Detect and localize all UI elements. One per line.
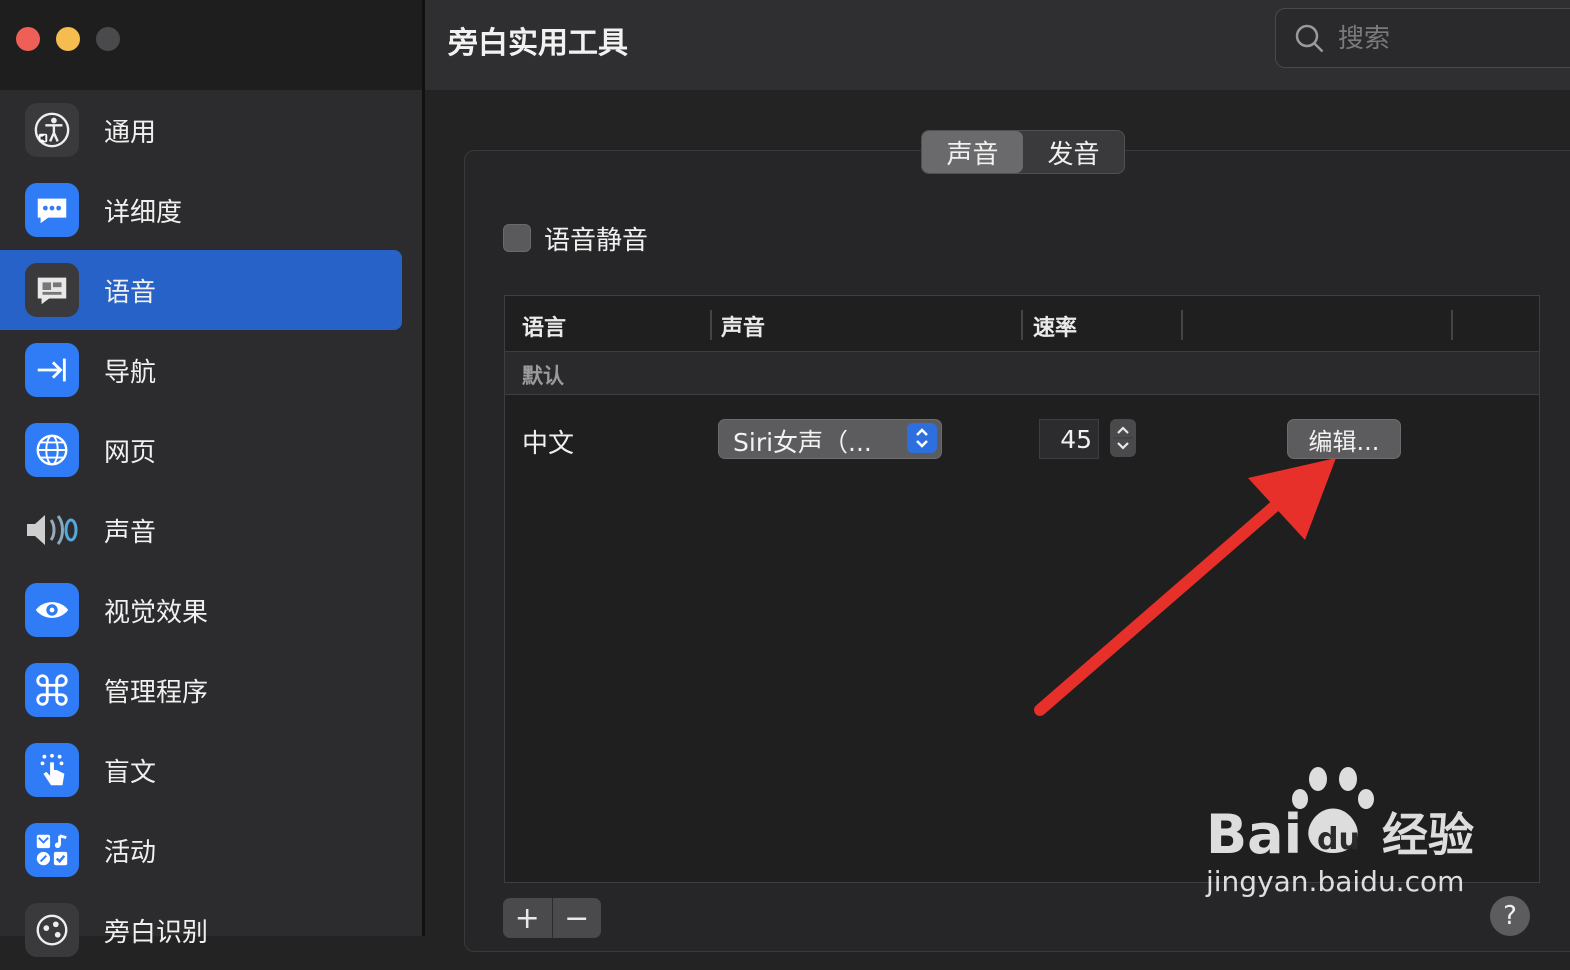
sidebar-item-label: 导航: [104, 357, 157, 388]
remove-button[interactable]: −: [553, 898, 602, 938]
sidebar-divider: [422, 0, 425, 936]
tab-voices[interactable]: 声音: [922, 131, 1023, 173]
edit-button[interactable]: 编辑...: [1287, 419, 1401, 459]
sidebar-item-verbosity[interactable]: 详细度: [0, 170, 402, 250]
sidebar-item-label: 旁白识别: [104, 917, 209, 948]
sidebar-item-label: 管理程序: [104, 677, 209, 708]
sidebar-item-commanders[interactable]: 管理程序: [0, 650, 402, 730]
table-header: 语言 声音 速率: [505, 296, 1539, 352]
sidebar-item-label: 视觉效果: [104, 597, 209, 628]
speaker-icon: [25, 503, 79, 557]
column-header-language[interactable]: 语言: [522, 310, 566, 342]
accessibility-icon: [25, 103, 79, 157]
add-button[interactable]: +: [503, 898, 552, 938]
mute-speech-label: 语音静音: [544, 226, 649, 256]
search-field[interactable]: [1275, 8, 1570, 68]
sidebar-item-web[interactable]: 网页: [0, 410, 402, 490]
speech-bubble-dots-icon: [25, 183, 79, 237]
chevron-up-down-icon: [907, 423, 937, 453]
voice-popup-button[interactable]: Siri女声（...: [718, 419, 942, 459]
add-remove-control: + −: [503, 898, 601, 938]
sidebar-item-label: 通用: [104, 117, 157, 148]
column-header-rate[interactable]: 速率: [1033, 310, 1077, 342]
voice-select-value: Siri女声（...: [733, 428, 872, 457]
column-divider: [1021, 310, 1023, 340]
sidebar-item-visual-effects[interactable]: 视觉效果: [0, 570, 402, 650]
sidebar-item-label: 语音: [104, 277, 157, 308]
eye-icon: [25, 583, 79, 637]
titlebar-left: [0, 0, 422, 90]
tab-pronunciation[interactable]: 发音: [1023, 131, 1124, 173]
close-window-button[interactable]: [16, 27, 40, 51]
braille-hand-icon: [25, 743, 79, 797]
watermark-brand-c: 经验: [1382, 808, 1474, 862]
recognition-icon: [25, 903, 79, 957]
watermark-url: jingyan.baidu.com: [1205, 865, 1464, 898]
column-divider: [1451, 310, 1453, 340]
rate-value: 45: [1060, 425, 1092, 454]
group-row-default: 默认: [505, 352, 1539, 395]
sidebar-item-braille[interactable]: 盲文: [0, 730, 402, 810]
command-icon: [25, 663, 79, 717]
arrow-right-bar-icon: [25, 343, 79, 397]
minimize-window-button[interactable]: [56, 27, 80, 51]
baidu-watermark: Bai du 经验 jingyan.baidu.com: [1200, 765, 1500, 915]
search-icon: [1295, 24, 1324, 53]
sidebar-item-label: 声音: [104, 517, 157, 548]
search-input[interactable]: [1336, 19, 1570, 59]
activities-icon: [25, 823, 79, 877]
group-label: 默认: [522, 364, 564, 388]
zoom-window-button[interactable]: [96, 27, 120, 51]
mute-speech-checkbox[interactable]: [503, 224, 531, 252]
rate-field[interactable]: 45: [1039, 419, 1099, 459]
window-title: 旁白实用工具: [448, 26, 628, 61]
sidebar-item-label: 网页: [104, 437, 157, 468]
watermark-brand-b: du: [1317, 822, 1360, 857]
sidebar-item-speech[interactable]: 语音: [0, 250, 402, 330]
sidebar-item-label: 盲文: [104, 757, 157, 788]
column-divider: [710, 310, 712, 340]
globe-icon: [25, 423, 79, 477]
sidebar-item-label: 详细度: [104, 197, 183, 228]
language-cell: 中文: [522, 429, 575, 459]
tab-bar: 声音 发音: [921, 130, 1125, 174]
sidebar-item-sound[interactable]: 声音: [0, 490, 402, 570]
sidebar-item-navigation[interactable]: 导航: [0, 330, 402, 410]
column-divider: [1181, 310, 1183, 340]
sidebar-item-recognition[interactable]: 旁白识别: [0, 890, 402, 970]
column-header-voice[interactable]: 声音: [721, 310, 765, 342]
sidebar-item-general[interactable]: 通用: [0, 90, 402, 170]
rate-stepper[interactable]: [1110, 419, 1136, 457]
sidebar-item-label: 活动: [104, 837, 157, 868]
speech-bubble-icon: [25, 263, 79, 317]
sidebar-item-activities[interactable]: 活动: [0, 810, 402, 890]
watermark-brand-a: Bai: [1206, 803, 1302, 866]
